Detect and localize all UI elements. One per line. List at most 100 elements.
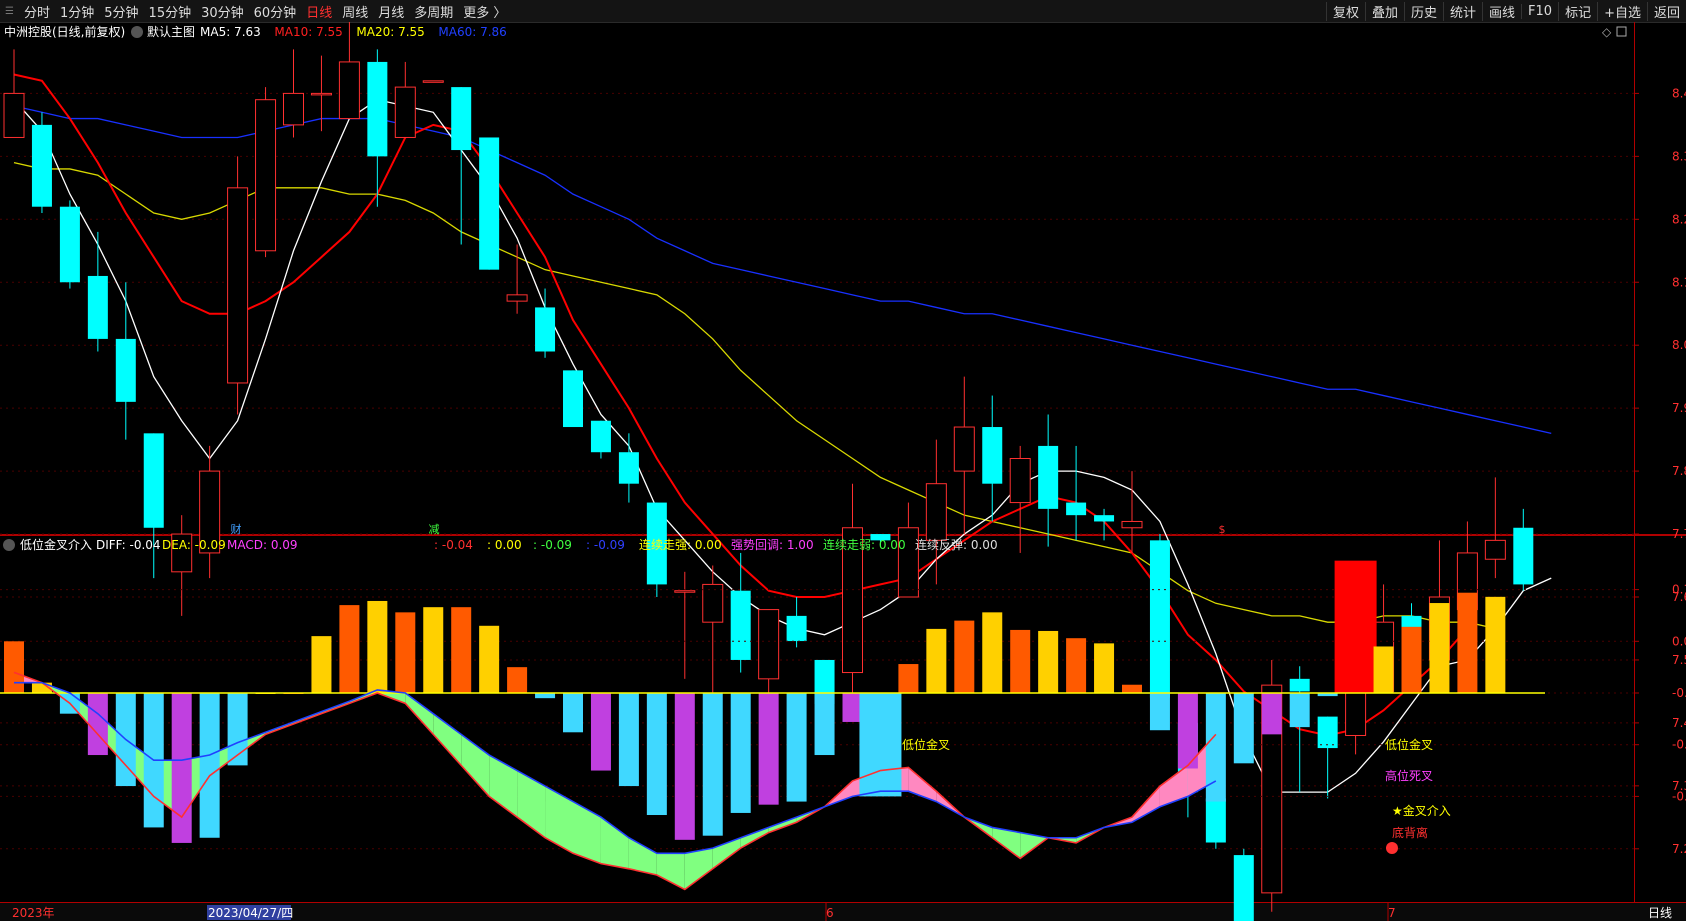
toolbar-button-7[interactable]: +自选 xyxy=(1597,1,1647,21)
candle-body xyxy=(227,187,249,384)
toolbar-button-3[interactable]: 统计 xyxy=(1443,1,1482,21)
date-label: 2023/04/27/四 xyxy=(208,906,293,920)
candle-body xyxy=(3,92,25,138)
toolbar-button-2[interactable]: 历史 xyxy=(1403,1,1443,21)
period-tab-9[interactable]: 多周期 xyxy=(409,2,458,21)
macd-bar xyxy=(1401,626,1422,693)
toolbar-button-8[interactable]: 返回 xyxy=(1646,1,1686,21)
stat-0: 连续走强: 0.00 xyxy=(639,537,722,552)
stat-3: 连续反弹: 0.00 xyxy=(915,537,998,552)
candle-body xyxy=(925,483,947,541)
macd-bar xyxy=(859,693,902,797)
macd-bar xyxy=(451,607,472,693)
price-axis-label: 8.40 xyxy=(1672,86,1686,100)
ma-legend-0: MA5: 7.63 xyxy=(200,25,261,39)
diamond-icon: ◇ xyxy=(1602,25,1612,39)
macd-bar xyxy=(786,693,807,802)
toolbar-button-5[interactable]: F10 xyxy=(1521,3,1558,19)
candle-body xyxy=(310,92,332,96)
period-tab-7[interactable]: 周线 xyxy=(337,2,373,21)
macd-bar xyxy=(814,693,835,756)
candle-body xyxy=(1233,855,1254,921)
menu-icon[interactable]: ☰ xyxy=(0,6,19,17)
macd-bar xyxy=(758,693,779,805)
period-tab-3[interactable]: 15分钟 xyxy=(144,2,197,21)
diff-label: DIFF: -0.04 xyxy=(96,538,161,552)
candle-body xyxy=(618,452,639,484)
macd-bar xyxy=(1261,693,1282,735)
year-label: 2023年 xyxy=(12,906,55,920)
price-axis-label: 8.10 xyxy=(1672,275,1686,289)
candle-body xyxy=(1317,716,1338,749)
window-toggle-icon[interactable] xyxy=(1616,26,1627,37)
price-axis-label: 8.00 xyxy=(1672,338,1686,352)
price-axis-label: 7.40 xyxy=(1672,716,1686,730)
macd-axis-label: -0.10 xyxy=(1672,789,1686,803)
macd-bar xyxy=(926,628,947,693)
toolbar-button-1[interactable]: 叠加 xyxy=(1364,1,1404,21)
period-tab-0[interactable]: 分时 xyxy=(19,2,55,21)
candle-body xyxy=(1289,678,1310,692)
extra-value-3: : -0.09 xyxy=(586,538,625,552)
macd-bar xyxy=(1289,693,1310,728)
diff-dea-fill xyxy=(600,817,629,869)
dividend-marker: $ xyxy=(1219,523,1226,536)
toolbar-button-6[interactable]: 标记 xyxy=(1558,1,1597,21)
period-tab-6[interactable]: 日线 xyxy=(301,2,337,21)
period-tab-2[interactable]: 5分钟 xyxy=(99,2,143,21)
ma-legend-1: MA10: 7.55 xyxy=(274,25,342,39)
macd-axis-label: 0.10 xyxy=(1672,583,1686,597)
template-dropdown-icon[interactable] xyxy=(131,26,143,38)
price-axis-label: 7.80 xyxy=(1672,464,1686,478)
candle-body xyxy=(730,590,751,660)
signal-buy-entry: ★金叉介入 xyxy=(1392,803,1451,818)
finance-marker: 财 xyxy=(231,522,242,536)
toolbar-button-4[interactable]: 画线 xyxy=(1482,1,1521,21)
macd-axis-label: -0.00 xyxy=(1672,686,1686,700)
candle-body xyxy=(786,615,807,642)
price-axis-label: 7.20 xyxy=(1672,842,1686,856)
macd-bar xyxy=(982,612,1003,693)
signal-golden-cross-1: 低位金叉 xyxy=(902,737,950,752)
macd-bar xyxy=(1233,693,1254,764)
kline-chart[interactable]: 8.408.308.208.108.007.907.807.707.607.50… xyxy=(0,22,1686,921)
macd-bar xyxy=(1485,596,1506,693)
signal-golden-cross-2: 低位金叉 xyxy=(1385,737,1433,752)
candle-body xyxy=(758,609,780,680)
diff-dea-fill xyxy=(489,755,518,818)
diff-dea-fill xyxy=(684,848,713,890)
macd-bar xyxy=(479,625,500,693)
macd-bar xyxy=(954,620,975,693)
stat-2: 连续走弱: 0.00 xyxy=(823,537,906,552)
period-tab-1[interactable]: 1分钟 xyxy=(55,2,99,21)
diff-dea-fill xyxy=(1159,765,1188,807)
indicator-dropdown-icon[interactable] xyxy=(3,539,15,551)
macd-bar xyxy=(1066,638,1087,693)
candle-body xyxy=(1066,502,1087,516)
macd-bar xyxy=(1122,684,1142,693)
candle-body xyxy=(1009,458,1031,504)
candle-body xyxy=(1484,539,1506,560)
macd-bar xyxy=(563,693,583,733)
candle-body xyxy=(702,583,724,623)
candle-body xyxy=(535,307,556,352)
macd-bar xyxy=(535,693,556,699)
signal-death-cross: 高位死叉 xyxy=(1385,768,1433,783)
diff-dea-fill xyxy=(461,734,490,797)
candle-body xyxy=(1205,798,1226,843)
diff-dea-fill xyxy=(545,786,573,854)
candle-body xyxy=(953,426,975,472)
diff-dea-fill xyxy=(405,693,434,735)
toolbar-button-0[interactable]: 复权 xyxy=(1325,1,1365,21)
macd-bar xyxy=(702,693,723,836)
period-tab-10[interactable]: 更多 〉 xyxy=(458,2,511,21)
period-tab-8[interactable]: 月线 xyxy=(373,2,409,21)
period-tabs: ☰ 分时 1分钟 5分钟 15分钟 30分钟 60分钟 日线 周线 月线 多周期 更多 〉 xyxy=(0,0,511,22)
period-tab-5[interactable]: 60分钟 xyxy=(249,2,302,21)
candle-body xyxy=(59,206,80,283)
macd-bar xyxy=(898,664,919,693)
candle-body xyxy=(451,87,472,151)
period-tab-4[interactable]: 30分钟 xyxy=(196,2,249,21)
stock-title: 中洲控股(日线,前复权) xyxy=(4,24,125,39)
macd-axis-label: -0.05 xyxy=(1672,738,1686,752)
